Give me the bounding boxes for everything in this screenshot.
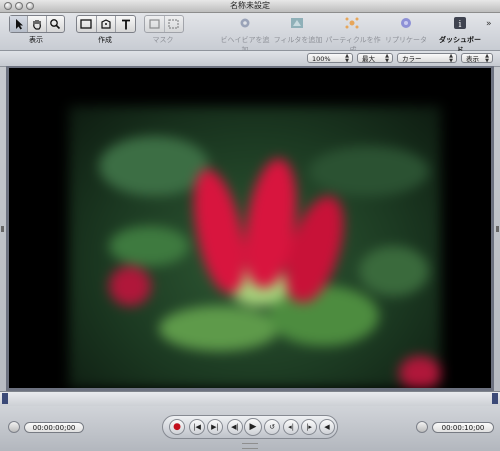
select-tool-button[interactable] — [10, 16, 29, 32]
toolbar-overflow-icon[interactable]: » — [486, 19, 492, 29]
magnifier-icon — [50, 19, 61, 30]
popup-arrows-icon: ▲ ▼ — [345, 53, 349, 64]
current-time-value: 00:00:00;00 — [32, 424, 76, 432]
view-popup[interactable]: 表示 ▲ ▼ — [461, 53, 493, 64]
playback-controls: ● |◀ ▶| ◀| ▶ ↺ ◂| |▸ ◀ — [162, 415, 338, 439]
text-t-icon — [121, 19, 130, 29]
canvas-options-bar: 100% ▲ ▼ 最大 ▲ ▼ カラー ▲ ▼ 表示 ▲ ▼ — [0, 51, 500, 67]
bezier-tool-button[interactable] — [97, 16, 117, 32]
mask-tools-group — [144, 15, 184, 33]
hand-icon — [33, 20, 41, 30]
duration-mode-button[interactable] — [416, 421, 428, 433]
view-tools-group — [9, 15, 65, 33]
go-to-end-button[interactable]: ▶| — [207, 419, 223, 435]
particles-icon[interactable] — [344, 16, 360, 30]
go-to-start-button[interactable]: |◀ — [189, 419, 205, 435]
out-point-marker[interactable] — [492, 393, 498, 404]
transport-controls: 00:00:00;00 ● |◀ ▶| ◀| ▶ ↺ ◂| |▸ ◀ 00:00… — [0, 406, 500, 451]
arrow-cursor-icon — [15, 19, 23, 30]
duration-value: 00:00:10;00 — [441, 424, 485, 432]
resolution-popup[interactable]: 最大 ▲ ▼ — [357, 53, 393, 64]
mini-timeline[interactable] — [0, 391, 500, 407]
pan-tool-button[interactable] — [28, 16, 47, 32]
loop-button[interactable]: ↺ — [264, 419, 280, 435]
channels-popup[interactable]: カラー ▲ ▼ — [397, 53, 457, 64]
mask-bezier-button[interactable] — [165, 16, 184, 32]
resize-grip-icon[interactable] — [242, 443, 258, 449]
pen-icon — [101, 19, 111, 29]
view-group-label: 表示 — [29, 36, 43, 44]
zoom-tool-button[interactable] — [47, 16, 64, 32]
record-button[interactable]: ● — [169, 419, 185, 435]
audio-mute-button[interactable]: ◀ — [319, 419, 335, 435]
add-filter-label[interactable]: フィルタを追加 — [273, 35, 323, 45]
view-value: 表示 — [466, 55, 479, 63]
mask-group-label: マスク — [152, 36, 174, 44]
duration-field[interactable]: 00:00:10;00 — [432, 422, 494, 433]
motion-window: 名称未設定 表示 作成 マスク ビヘイビアを追加 フィルタを追加 パーティクルを… — [0, 0, 500, 451]
window-title: 名称未設定 — [230, 1, 270, 10]
blurred-flower-image[interactable] — [69, 106, 441, 388]
right-splitter-handle[interactable] — [496, 226, 499, 232]
text-tool-button[interactable] — [116, 16, 135, 32]
rectangle-tool-button[interactable] — [77, 16, 97, 32]
replicator-icon[interactable] — [398, 16, 414, 30]
svg-text:i: i — [459, 20, 462, 30]
channels-value: カラー — [402, 55, 422, 63]
popup-arrows-icon: ▲ ▼ — [485, 53, 489, 64]
zoom-level-popup[interactable]: 100% ▲ ▼ — [307, 53, 353, 64]
toolbar: 表示 作成 マスク ビヘイビアを追加 フィルタを追加 パーティクルを作成 リプリ… — [0, 13, 500, 54]
left-splitter-handle[interactable] — [1, 226, 4, 232]
popup-arrows-icon: ▲ ▼ — [385, 53, 389, 64]
rectangle-icon — [80, 19, 92, 29]
dashboard-icon[interactable]: i — [452, 16, 468, 30]
filter-icon[interactable] — [289, 16, 305, 30]
current-time-field[interactable]: 00:00:00;00 — [24, 422, 84, 433]
canvas[interactable] — [9, 68, 491, 388]
replicator-label[interactable]: リプリケータ — [385, 35, 427, 45]
create-tools-group — [76, 15, 136, 33]
popup-arrows-icon: ▲ ▼ — [449, 53, 453, 64]
mask-rectangle-icon — [149, 19, 160, 29]
title-bar[interactable]: 名称未設定 — [0, 0, 500, 13]
resolution-value: 最大 — [362, 55, 375, 63]
timecode-mode-button[interactable] — [8, 421, 20, 433]
audio-button[interactable]: ◂| — [283, 419, 299, 435]
zoom-level-value: 100% — [312, 55, 331, 63]
in-point-marker[interactable] — [2, 393, 8, 404]
play-button[interactable]: ▶ — [244, 418, 262, 436]
create-group-label: 作成 — [98, 36, 112, 44]
mask-shape-icon — [168, 19, 179, 29]
step-forward-button[interactable]: |▸ — [301, 419, 317, 435]
step-back-button[interactable]: ◀| — [227, 419, 243, 435]
gear-icon[interactable] — [237, 16, 253, 30]
mask-rect-button[interactable] — [145, 16, 165, 32]
